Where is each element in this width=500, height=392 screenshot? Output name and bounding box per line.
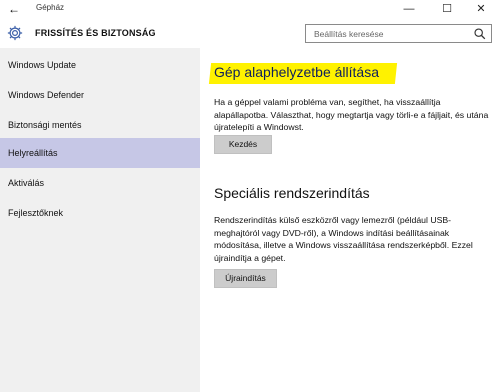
sidebar-item-backup[interactable]: Biztonsági mentés: [0, 110, 200, 140]
restart-button[interactable]: Újraindítás: [214, 269, 277, 288]
window-title: Gépház: [36, 3, 65, 12]
main-content: Gép alaphelyzetbe állítása Ha a géppel v…: [200, 48, 500, 392]
minimize-button[interactable]: —: [394, 0, 424, 18]
search-placeholder: Beállítás keresése: [314, 29, 384, 39]
sidebar-item-developers[interactable]: Fejlesztőknek: [0, 198, 200, 228]
sidebar-item-windows-update[interactable]: Windows Update: [0, 50, 200, 80]
back-arrow-icon[interactable]: ←: [6, 1, 22, 17]
search-icon[interactable]: [473, 27, 487, 41]
sidebar-item-label: Biztonsági mentés: [8, 120, 82, 130]
advanced-section-title: Speciális rendszerindítás: [214, 185, 370, 201]
close-button[interactable]: ✕: [466, 0, 496, 18]
sidebar-item-activation[interactable]: Aktiválás: [0, 168, 200, 198]
start-button[interactable]: Kezdés: [214, 135, 272, 154]
page-header: FRISSÍTÉS ÉS BIZTONSÁG Beállítás keresés…: [0, 18, 500, 48]
gear-icon: [7, 25, 23, 41]
sidebar-item-label: Windows Update: [8, 60, 77, 70]
sidebar: Windows Update Windows Defender Biztonsá…: [0, 48, 200, 392]
reset-section-title: Gép alaphelyzetbe állítása: [214, 64, 379, 80]
sidebar-item-windows-defender[interactable]: Windows Defender: [0, 80, 200, 110]
sidebar-item-recovery[interactable]: Helyreállítás: [0, 138, 200, 168]
sidebar-item-label: Helyreállítás: [8, 148, 58, 158]
sidebar-item-label: Fejlesztőknek: [8, 208, 64, 218]
reset-section-description: Ha a géppel valami probléma van, segíthe…: [214, 97, 489, 132]
sidebar-item-label: Aktiválás: [8, 178, 45, 188]
maximize-button[interactable]: ☐: [432, 0, 462, 18]
page-title: FRISSÍTÉS ÉS BIZTONSÁG: [35, 28, 156, 38]
sidebar-item-label: Windows Defender: [8, 90, 85, 100]
advanced-section-description: Rendszerindítás külső eszközről vagy lem…: [214, 215, 473, 263]
title-bar: ← Gépház — ☐ ✕: [0, 0, 500, 18]
search-input[interactable]: Beállítás keresése: [305, 24, 492, 43]
